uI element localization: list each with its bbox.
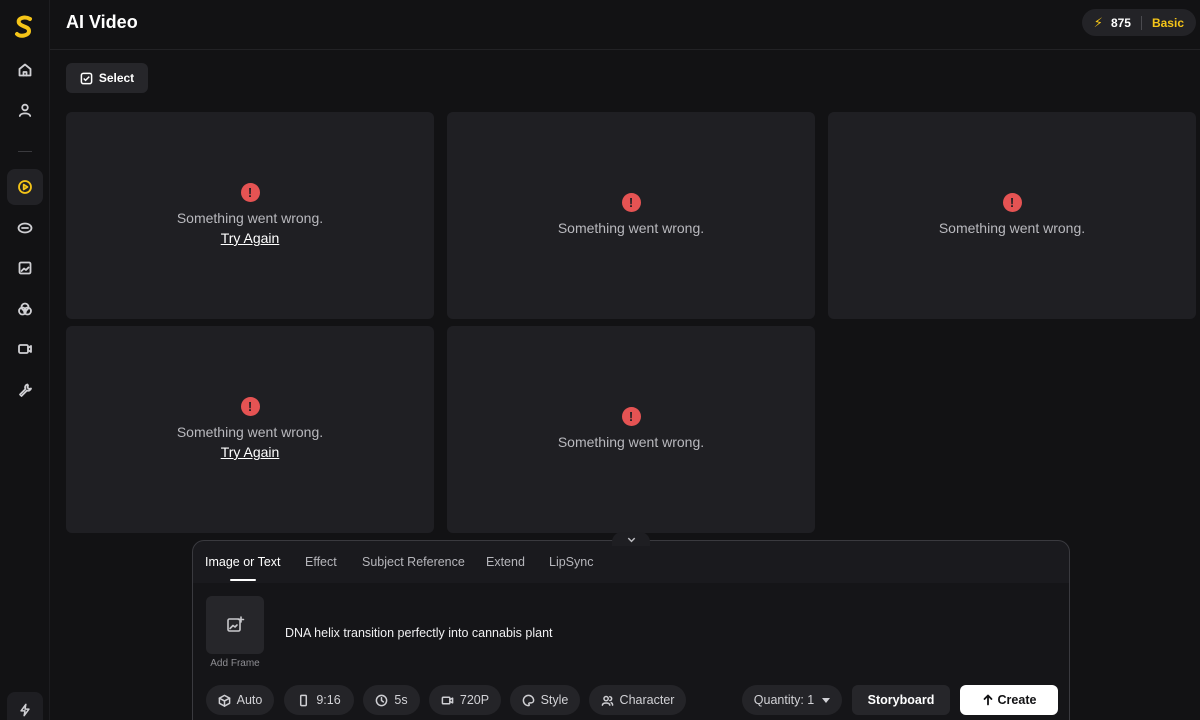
clock-icon [376, 694, 388, 706]
active-tab-indicator [230, 579, 256, 581]
tab-image-or-text[interactable]: Image or Text [205, 555, 281, 569]
chip-label: Character [619, 693, 675, 707]
cube-icon [218, 694, 230, 707]
video-card: ! Something went wrong. Try Again [66, 112, 434, 319]
add-frame-button[interactable] [206, 596, 264, 654]
model-auto-chip[interactable]: Auto [206, 685, 274, 715]
sidebar-item-image[interactable] [7, 250, 43, 286]
chip-label: Auto [236, 693, 263, 707]
sidebar-bottom-button[interactable] [7, 692, 43, 720]
sidebar-item-profile[interactable] [7, 92, 43, 128]
plan-label: Basic [1151, 15, 1184, 30]
error-message: Something went wrong. [557, 434, 705, 450]
sidebar-item-home[interactable] [7, 52, 43, 88]
header: AI Video ⚡ 875 Basic [50, 0, 1200, 50]
credits-divider [1140, 15, 1142, 30]
sidebar-divider [18, 151, 32, 152]
error-message: Something went wrong. [557, 220, 705, 236]
storyboard-button[interactable]: Storyboard [852, 685, 950, 715]
sidebar-item-face[interactable] [7, 210, 43, 246]
sidebar-item-layers[interactable] [7, 291, 43, 327]
error-message: Something went wrong. [176, 210, 324, 226]
mode-tabs: Image or Text Effect Subject Reference E… [193, 541, 1069, 583]
tab-extend[interactable]: Extend [486, 555, 525, 569]
play-circle-icon [18, 180, 32, 194]
error-message: Something went wrong. [938, 220, 1086, 236]
error-icon: ! [1002, 193, 1022, 212]
video-card: ! Something went wrong. [828, 112, 1196, 319]
select-button[interactable]: Select [66, 63, 148, 93]
duration-chip[interactable]: 5s [363, 685, 420, 715]
add-frame-label: Add Frame [210, 658, 260, 669]
quantity-dropdown[interactable]: Quantity: 1 [742, 685, 842, 715]
chip-label: 720P [459, 693, 490, 707]
video-card: ! Something went wrong. Try Again [66, 326, 434, 533]
chip-label: 9:16 [316, 693, 341, 707]
app: AI Video ⚡ 875 Basic Select ! Something … [0, 0, 1200, 720]
select-checkbox-icon [80, 72, 93, 84]
logo-icon[interactable] [11, 14, 37, 40]
image-icon [18, 261, 32, 275]
caret-down-icon [822, 697, 831, 703]
quantity-label: Quantity: 1 [753, 693, 815, 707]
try-again-link[interactable]: Try Again [221, 228, 280, 248]
collapse-panel-toggle[interactable] [612, 532, 650, 546]
prompt-input[interactable]: DNA helix transition perfectly into cann… [285, 626, 553, 640]
chevron-down-icon [627, 537, 635, 542]
error-icon: ! [240, 397, 260, 416]
chip-label: 5s [394, 693, 408, 707]
lightning-icon [20, 703, 30, 717]
create-button[interactable]: Create [960, 685, 1058, 715]
add-image-icon [227, 616, 245, 632]
sidebar-item-video[interactable] [7, 331, 43, 367]
video-camera-icon [441, 696, 454, 704]
arrow-up-icon [983, 694, 992, 706]
create-label: Create [997, 693, 1037, 707]
sidebar-item-ai-video[interactable] [7, 169, 43, 205]
users-icon [601, 695, 613, 706]
style-chip[interactable]: Style [510, 685, 580, 715]
video-icon [18, 344, 32, 354]
sidebar-item-tools[interactable] [7, 372, 43, 408]
tab-subject-reference[interactable]: Subject Reference [362, 555, 465, 569]
phone-icon [300, 694, 308, 706]
home-icon [18, 63, 32, 77]
lightning-bolt-icon: ⚡ [1093, 14, 1103, 30]
palette-icon [522, 694, 534, 706]
select-label: Select [98, 71, 135, 85]
error-icon: ! [621, 193, 641, 212]
resolution-chip[interactable]: 720P [429, 685, 501, 715]
panel-body: Add Frame DNA helix transition perfectly… [193, 583, 1069, 720]
character-chip[interactable]: Character [589, 685, 686, 715]
page-title: AI Video [66, 12, 138, 32]
wrench-icon [19, 383, 32, 397]
chip-label: Style [540, 693, 569, 707]
face-icon [17, 222, 33, 234]
user-icon [18, 103, 32, 117]
try-again-link[interactable]: Try Again [221, 442, 280, 462]
video-card: ! Something went wrong. [447, 326, 815, 533]
layers-icon [18, 302, 32, 316]
error-message: Something went wrong. [176, 424, 324, 440]
aspect-ratio-chip[interactable]: 9:16 [284, 685, 354, 715]
credits-count: 875 [1110, 15, 1131, 30]
tab-effect[interactable]: Effect [305, 555, 337, 569]
credits-badge[interactable]: ⚡ 875 Basic [1081, 9, 1196, 36]
error-icon: ! [621, 407, 641, 426]
video-card: ! Something went wrong. [447, 112, 815, 319]
tab-lipsync[interactable]: LipSync [549, 555, 593, 569]
error-icon: ! [240, 183, 260, 202]
sidebar [0, 0, 50, 720]
create-panel: Image or Text Effect Subject Reference E… [192, 540, 1070, 720]
